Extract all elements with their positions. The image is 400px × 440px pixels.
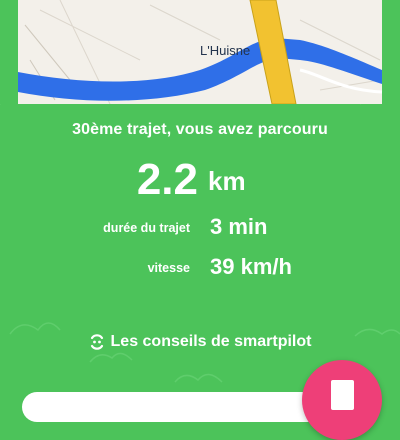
duration-label: durée du trajet	[103, 221, 190, 235]
speed-value: 39 km/h	[210, 254, 292, 279]
smartpilot-tips-link[interactable]: Les conseils de smartpilot	[0, 333, 400, 351]
stop-icon	[331, 380, 354, 410]
speed-label: vitesse	[147, 261, 190, 275]
smartpilot-icon	[89, 333, 105, 351]
stop-trip-button[interactable]	[302, 360, 382, 440]
duration-value: 3 min	[210, 214, 268, 239]
distance-summary: 2.2 km	[0, 152, 400, 208]
smartpilot-tips-label: Les conseils de smartpilot	[110, 333, 312, 350]
distance-unit: km	[208, 166, 246, 196]
trip-map[interactable]: L'Huisne	[0, 0, 400, 104]
river-label: L'Huisne	[200, 43, 250, 58]
background-clouds	[0, 104, 400, 383]
bottom-action-bar[interactable]	[22, 392, 322, 422]
distance-value: 2.2	[136, 155, 198, 204]
trip-count-header: 30ème trajet, vous avez parcouru	[72, 121, 328, 138]
